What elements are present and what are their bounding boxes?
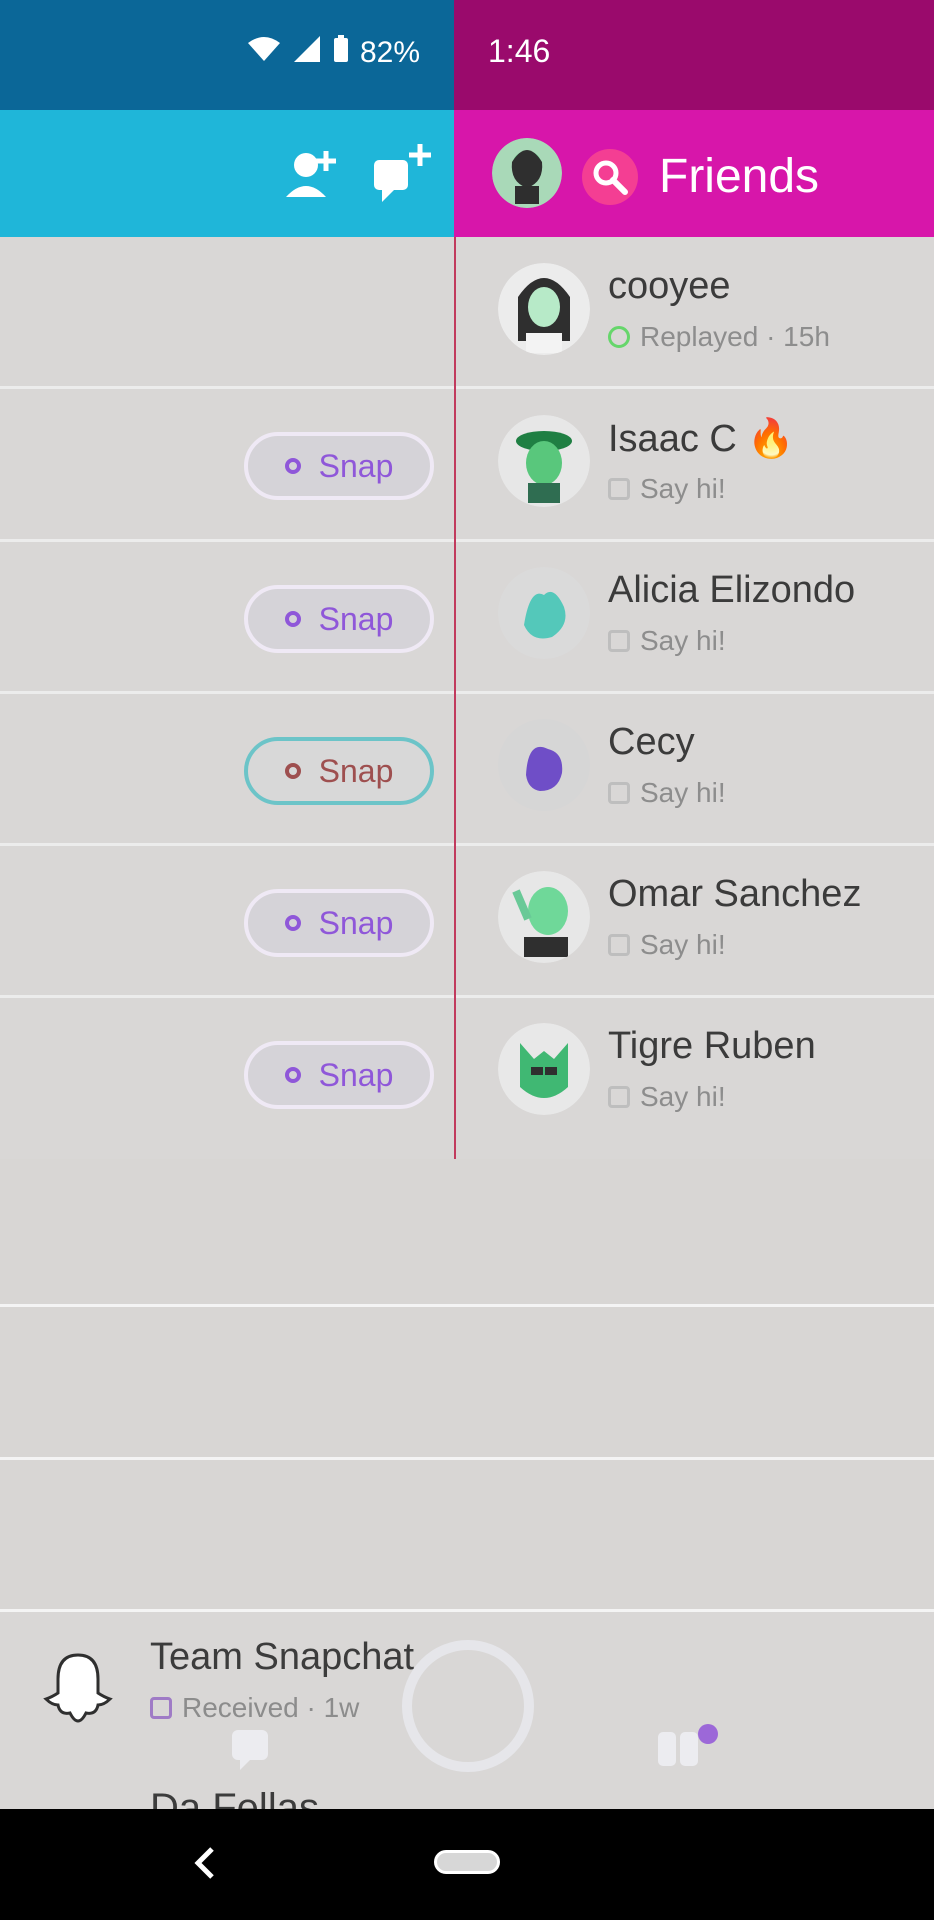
friend-status: Say hi! <box>608 929 726 961</box>
status-time: 1:46 <box>488 33 551 69</box>
friend-status-text: Say hi! <box>640 1081 726 1112</box>
friend-row-omar-sanchez[interactable]: Omar Sanchez Say hi! <box>456 845 934 997</box>
friend-name: cooyee <box>608 265 731 307</box>
friend-avatar <box>498 263 590 355</box>
friend-status-text: Say hi! <box>640 929 726 960</box>
friend-status: Say hi! <box>608 1081 726 1113</box>
team-snapchat-status: Received · 1w <box>150 1692 359 1724</box>
friend-status-text: Say hi! <box>640 625 726 656</box>
chat-nav-icon[interactable] <box>230 1728 272 1772</box>
snap-icon <box>284 763 301 779</box>
friend-status: Say hi! <box>608 625 726 657</box>
snap-label: Snap <box>318 600 394 637</box>
battery-icon <box>332 34 350 72</box>
friend-status-text: Replayed · 15h <box>640 321 830 352</box>
chat-icon <box>608 478 630 500</box>
stories-nav-icon[interactable] <box>656 1724 720 1772</box>
flame-icon: 🔥 <box>747 418 795 460</box>
friend-name: Tigre Ruben <box>608 1025 816 1067</box>
snap-icon <box>284 611 301 627</box>
divider <box>0 1304 934 1307</box>
snap-button[interactable]: Snap <box>244 432 434 500</box>
received-icon <box>150 1697 172 1719</box>
snap-icon <box>284 458 301 474</box>
friend-avatar <box>498 719 590 811</box>
snap-button[interactable]: Snap <box>244 585 434 653</box>
friend-status: Say hi! <box>608 473 726 505</box>
friend-avatar <box>498 415 590 507</box>
divider <box>0 539 454 542</box>
chat-icon <box>608 1086 630 1108</box>
friends-list-panel: cooyee Replayed · 15h Isaac C 🔥 Say hi! <box>454 237 934 1159</box>
home-button[interactable] <box>434 1850 500 1874</box>
snap-button[interactable]: Snap <box>244 737 434 805</box>
chat-header <box>0 110 454 237</box>
friend-row-alicia-elizondo[interactable]: Alicia Elizondo Say hi! <box>456 541 934 693</box>
friend-name: Isaac C 🔥 <box>608 417 795 461</box>
friend-status: Replayed · 15h <box>608 321 830 353</box>
battery-percent: 82% <box>359 36 420 69</box>
status-bar-left: 82% <box>0 0 454 110</box>
back-icon[interactable] <box>190 1843 220 1883</box>
chat-list-panel: Snap Snap Snap Snap Snap <box>0 237 454 1159</box>
friend-status-text: Say hi! <box>640 777 726 808</box>
friends-title: Friends <box>659 150 820 203</box>
friend-row-isaac-c[interactable]: Isaac C 🔥 Say hi! <box>456 389 934 541</box>
profile-avatar[interactable] <box>492 138 562 208</box>
wifi-icon <box>246 35 282 71</box>
friend-avatar <box>498 1023 590 1115</box>
friend-name-text: Isaac C <box>608 418 737 460</box>
new-chat-icon[interactable] <box>370 142 434 206</box>
system-nav-bar <box>0 1809 934 1920</box>
snap-icon <box>284 915 301 931</box>
team-snapchat-status-text: Received · 1w <box>182 1692 360 1723</box>
friends-header: Friends <box>454 110 934 237</box>
chat-icon <box>608 934 630 956</box>
friend-name: Omar Sanchez <box>608 873 862 915</box>
snap-button[interactable]: Snap <box>244 889 434 957</box>
panel-divider <box>454 237 456 1159</box>
snap-button[interactable]: Snap <box>244 1041 434 1109</box>
add-friend-icon[interactable] <box>282 145 342 205</box>
friend-status-text: Say hi! <box>640 473 726 504</box>
ghost-icon <box>40 1649 116 1725</box>
divider <box>0 386 454 389</box>
snap-icon <box>284 1067 301 1083</box>
capture-button[interactable] <box>402 1640 534 1772</box>
snap-label: Snap <box>318 904 394 941</box>
friend-row-cooyee[interactable]: cooyee Replayed · 15h <box>456 237 934 389</box>
chat-icon <box>608 630 630 652</box>
snap-label: Snap <box>318 1056 394 1093</box>
divider <box>0 691 454 694</box>
signal-icon <box>292 34 322 72</box>
snap-label: Snap <box>318 752 394 789</box>
friend-avatar <box>498 567 590 659</box>
status-icons: 82% <box>246 34 420 72</box>
friend-name: Cecy <box>608 721 695 763</box>
status-bar-right: 1:46 <box>454 0 934 110</box>
divider <box>0 843 454 846</box>
chat-icon <box>608 782 630 804</box>
divider <box>0 1457 934 1460</box>
replay-icon <box>608 326 630 348</box>
friend-row-cecy[interactable]: Cecy Say hi! <box>456 693 934 845</box>
search-icon[interactable] <box>579 146 641 208</box>
friend-row-tigre-ruben[interactable]: Tigre Ruben Say hi! <box>456 997 934 1149</box>
friend-status: Say hi! <box>608 777 726 809</box>
divider <box>0 995 454 998</box>
list-background <box>0 1159 934 1612</box>
snap-label: Snap <box>318 447 394 484</box>
friend-name: Alicia Elizondo <box>608 569 856 611</box>
team-snapchat-title: Team Snapchat <box>150 1636 415 1678</box>
friend-avatar <box>498 871 590 963</box>
